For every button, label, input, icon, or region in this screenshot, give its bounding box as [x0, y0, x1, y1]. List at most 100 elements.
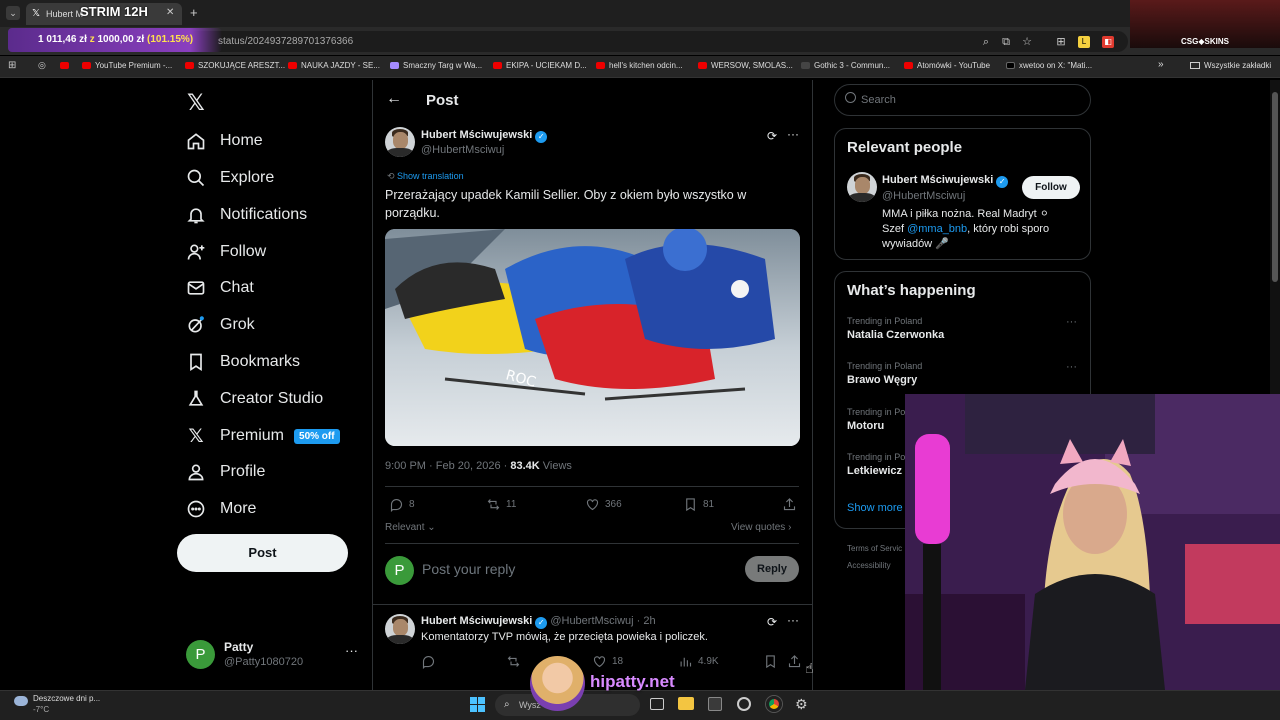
- whats-happening-title: What’s happening: [847, 282, 976, 299]
- reply-action[interactable]: [421, 654, 441, 669]
- like-action[interactable]: 366: [585, 497, 622, 512]
- reply-more-icon[interactable]: ···: [787, 613, 799, 627]
- steelseries-icon[interactable]: [737, 697, 751, 711]
- settings-icon[interactable]: ⚙: [795, 696, 808, 713]
- chrome-icon[interactable]: [766, 696, 782, 712]
- reply-author-avatar[interactable]: [385, 614, 415, 644]
- nav-follow[interactable]: Follow: [186, 237, 266, 267]
- bookmark-item[interactable]: SZOKUJĄCE ARESZT...: [185, 61, 285, 70]
- nav-creator-studio[interactable]: Creator Studio: [186, 384, 323, 414]
- account-avatar: P: [186, 640, 215, 669]
- divider: [373, 604, 812, 605]
- bookmark-favicon-icon[interactable]: ◎: [38, 60, 46, 71]
- bookmark-item[interactable]: NAUKA JAZDY - SE...: [288, 61, 380, 70]
- bio-mention-link[interactable]: @mma_bnb: [907, 223, 967, 235]
- person-handle[interactable]: @HubertMsciwuj: [882, 190, 965, 202]
- share-action[interactable]: [782, 497, 802, 512]
- like-action[interactable]: 18: [592, 654, 623, 669]
- post-button[interactable]: Post: [177, 534, 348, 572]
- footer-accessibility-link[interactable]: Accessibility: [847, 561, 891, 570]
- author-avatar[interactable]: [385, 127, 415, 157]
- start-button-icon[interactable]: [470, 697, 485, 712]
- bookmark-item[interactable]: EKIPA - UCIEKAM D...: [493, 61, 587, 70]
- back-arrow-icon[interactable]: ←: [386, 90, 402, 108]
- person-avatar[interactable]: [847, 172, 877, 202]
- bookmark-label: hell's kitchen odcin...: [609, 61, 683, 70]
- youtube-icon: [904, 62, 913, 69]
- repost-action[interactable]: 11: [486, 497, 516, 512]
- reply-sort-dropdown[interactable]: Relevant ⌄: [385, 522, 436, 533]
- nav-bookmarks[interactable]: Bookmarks: [186, 347, 300, 377]
- bookmark-item[interactable]: Gothic 3 - Commun...: [801, 61, 890, 70]
- reply-button[interactable]: Reply: [745, 556, 799, 582]
- show-translation-link[interactable]: ⟲ Show translation: [387, 171, 464, 182]
- bookmark-item[interactable]: YouTube Premium -...: [82, 61, 172, 70]
- trend-item[interactable]: Trending in Poland Brawo Węgry: [847, 361, 922, 386]
- post-more-icon[interactable]: ···: [787, 127, 799, 141]
- nav-home[interactable]: Home: [186, 126, 263, 156]
- person-name[interactable]: Hubert Mściwujewski ✓: [882, 174, 1009, 188]
- nav-profile[interactable]: Profile: [186, 457, 265, 487]
- bookmarks-overflow-icon[interactable]: »: [1158, 59, 1164, 70]
- account-switcher[interactable]: P Patty @Patty1080720 ···: [186, 640, 358, 674]
- nav-notifications[interactable]: Notifications: [186, 200, 307, 230]
- file-explorer-icon[interactable]: [678, 697, 694, 710]
- weather-widget[interactable]: Deszczowe dni p... -7°C: [12, 692, 122, 718]
- extension-red-icon[interactable]: ◧: [1102, 36, 1114, 48]
- follow-button[interactable]: Follow: [1022, 176, 1080, 199]
- task-view-icon[interactable]: [650, 698, 664, 710]
- zoom-icon[interactable]: ⌕: [980, 36, 992, 48]
- stream-watermark: hipatty.net: [590, 672, 675, 691]
- repost-action[interactable]: [506, 654, 526, 669]
- bookmark-action[interactable]: [763, 654, 783, 669]
- nav-label: Grok: [220, 316, 255, 333]
- trend-item[interactable]: Trending in Po Letkiewicz: [847, 452, 905, 477]
- search-input[interactable]: Search: [834, 84, 1091, 116]
- view-quotes-link[interactable]: View quotes ›: [731, 522, 791, 533]
- store-icon[interactable]: [708, 697, 722, 711]
- grok-explain-icon[interactable]: ⟳: [767, 129, 777, 143]
- star-icon[interactable]: ☆: [1021, 36, 1033, 48]
- nav-more[interactable]: More: [186, 494, 256, 524]
- webcam-overlay: [905, 394, 1280, 690]
- share-action[interactable]: [787, 654, 807, 669]
- windows-taskbar: [0, 690, 1280, 720]
- author-name[interactable]: Hubert Mściwujewski ✓: [421, 129, 548, 143]
- install-icon[interactable]: ⧉: [1000, 36, 1012, 48]
- extension-yellow-icon[interactable]: L: [1078, 36, 1090, 48]
- search-icon: [186, 168, 206, 188]
- new-tab-button[interactable]: +: [190, 5, 198, 20]
- trend-more-icon[interactable]: ···: [1066, 361, 1077, 373]
- trend-more-icon[interactable]: ···: [1066, 316, 1077, 328]
- scrollbar-thumb[interactable]: [1272, 92, 1278, 282]
- nav-explore[interactable]: Explore: [186, 163, 274, 193]
- bookmark-item[interactable]: hell's kitchen odcin...: [596, 61, 683, 70]
- trend-item[interactable]: Trending in Poland Natalia Czerwonka: [847, 316, 944, 341]
- show-more-link[interactable]: Show more: [847, 502, 903, 514]
- x-logo-icon[interactable]: 𝕏: [187, 90, 205, 116]
- bookmark-item[interactable]: [60, 61, 73, 70]
- nav-chat[interactable]: Chat: [186, 273, 254, 303]
- share-icon: [788, 655, 801, 668]
- reply-input[interactable]: Post your reply: [422, 561, 515, 577]
- bookmark-item[interactable]: WERSOW, SMOLAS...: [698, 61, 793, 70]
- nav-grok[interactable]: Grok: [186, 310, 255, 340]
- footer-terms-link[interactable]: Terms of Servic: [847, 544, 902, 553]
- all-bookmarks-folder[interactable]: Wszystkie zakładki: [1190, 61, 1271, 70]
- reply-action[interactable]: 8: [389, 497, 415, 512]
- tab-close-icon[interactable]: ✕: [166, 7, 174, 18]
- views-action[interactable]: 4.9K: [678, 654, 719, 669]
- post-video[interactable]: ROC: [385, 229, 800, 446]
- extension-icon[interactable]: ⊞: [1055, 36, 1067, 48]
- tab-list-button[interactable]: ⌄: [6, 6, 20, 20]
- grok-explain-icon[interactable]: ⟳: [767, 615, 777, 629]
- bookmark-item[interactable]: Smaczny Targ w Wa...: [390, 61, 482, 70]
- trend-item[interactable]: Trending in Po Motoru: [847, 407, 905, 432]
- apps-icon[interactable]: ⊞: [8, 60, 16, 71]
- bookmark-action[interactable]: 81: [683, 497, 714, 512]
- author-handle[interactable]: @HubertMsciwuj: [421, 144, 504, 156]
- bookmark-item[interactable]: Atomówki - YouTube: [904, 61, 990, 70]
- bookmark-item[interactable]: xwetoo on X: "Mati...: [1006, 61, 1092, 70]
- nav-premium[interactable]: 𝕏 Premium 50% off: [186, 421, 340, 451]
- reply-author-line[interactable]: Hubert Mściwujewski ✓ @HubertMsciwuj · 2h: [421, 615, 656, 629]
